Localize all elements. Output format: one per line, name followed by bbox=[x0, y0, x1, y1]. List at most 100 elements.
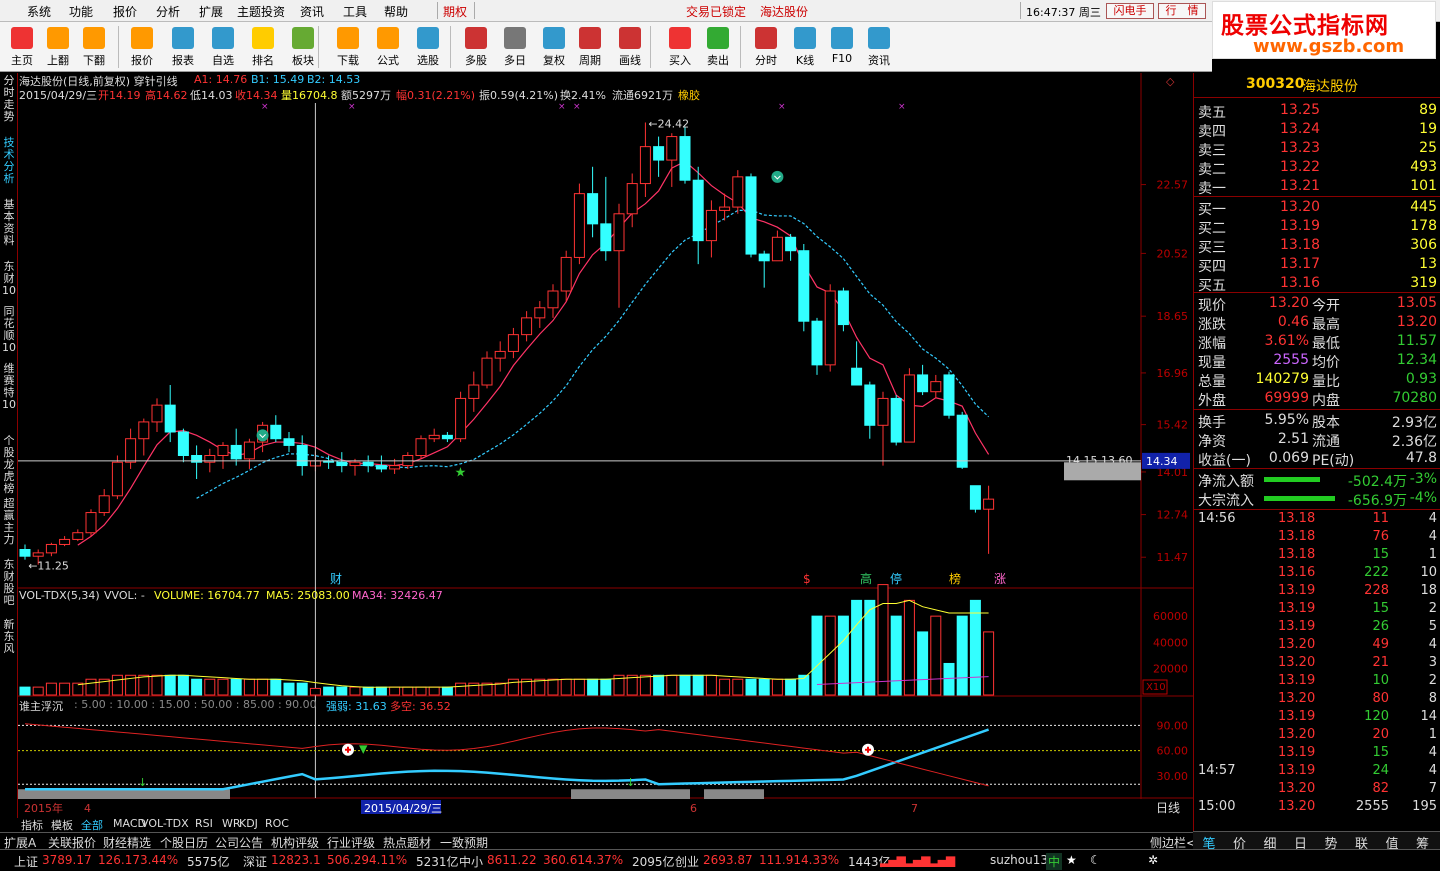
ime-indicator[interactable]: 中 bbox=[1046, 853, 1063, 870]
toolbar-button-rank[interactable]: 排名 bbox=[245, 25, 281, 69]
index-name[interactable]: 深证 bbox=[231, 853, 267, 870]
toolbar-button-f10[interactable]: F10 bbox=[824, 25, 860, 69]
volume-bar bbox=[389, 686, 401, 696]
ask-label: 卖四 bbox=[1198, 124, 1226, 140]
menu-period-tag[interactable]: 期权 bbox=[443, 3, 467, 20]
index-name[interactable]: 上证 bbox=[2, 853, 38, 870]
left-nav-item[interactable]: 超赢主力 bbox=[1, 498, 17, 546]
toolbar-button-stock-picker[interactable]: 选股 bbox=[410, 25, 446, 69]
kline-b2: B2: 14.53 bbox=[307, 73, 361, 86]
menu-item[interactable]: 功能 bbox=[69, 3, 93, 20]
quote-button[interactable]: 行 情 bbox=[1158, 3, 1206, 19]
ask-row[interactable]: 卖四 13.24 19 bbox=[1194, 120, 1440, 140]
settings-icon[interactable]: ✲ bbox=[1148, 853, 1158, 867]
menu-item[interactable]: 主题投资 bbox=[237, 3, 285, 20]
flow-value: -656.9万 bbox=[1347, 493, 1407, 509]
toolbar-button-home[interactable]: 主页 bbox=[4, 25, 40, 69]
left-nav-item[interactable]: 同花顺10 bbox=[1, 306, 17, 354]
quote-stat-row: 换手 5.95% 股本 2.93亿 bbox=[1194, 411, 1440, 431]
bid-price: 13.17 bbox=[1280, 256, 1321, 272]
bid-row[interactable]: 买三 13.18 306 bbox=[1194, 236, 1440, 256]
indicator-tab[interactable]: 全部 bbox=[81, 817, 103, 832]
menu-item[interactable]: 资讯 bbox=[300, 3, 324, 20]
menu-item[interactable]: 报价 bbox=[113, 3, 137, 20]
ask-row[interactable]: 卖二 13.22 493 bbox=[1194, 158, 1440, 178]
kline-sector-tag[interactable]: 橡胶 bbox=[678, 87, 700, 103]
menu-item[interactable]: 帮助 bbox=[384, 3, 408, 20]
left-nav-item[interactable]: 技术分析 bbox=[1, 137, 17, 185]
event-marker[interactable]: $ bbox=[803, 572, 811, 586]
toolbar-button-buy[interactable]: 买入 bbox=[662, 25, 698, 69]
volume-bar bbox=[270, 678, 282, 696]
indicator-tab[interactable]: 指标 bbox=[21, 817, 43, 832]
left-nav-item[interactable]: 基本资料 bbox=[1, 199, 17, 247]
volume-bar bbox=[111, 674, 123, 696]
indicator-tab[interactable]: KDJ bbox=[239, 817, 258, 832]
stat-value: 70280 bbox=[1392, 390, 1437, 406]
chart-area[interactable]: 22.57 20.52 18.65 16.96 15.42 14.01 12.74 11.47… bbox=[18, 73, 1193, 818]
stat-value: 69999 bbox=[1264, 390, 1309, 406]
bid-row[interactable]: 买五 13.16 319 bbox=[1194, 274, 1440, 294]
ask-row[interactable]: 卖一 13.21 101 bbox=[1194, 177, 1440, 197]
indicator-tab[interactable]: WR bbox=[222, 817, 241, 832]
toolbar-button-restore-rights[interactable]: 复权 bbox=[536, 25, 572, 69]
time-axis-month: 4 bbox=[84, 802, 91, 815]
clock-icon bbox=[504, 27, 526, 49]
indicator-tab[interactable]: VOL-TDX bbox=[141, 817, 189, 832]
menu-item[interactable]: 扩展 bbox=[199, 3, 223, 20]
toolbar-button-news[interactable]: 资讯 bbox=[861, 25, 897, 69]
indicator-tab[interactable]: ROC bbox=[265, 817, 289, 832]
event-marker[interactable]: 停 bbox=[890, 571, 902, 586]
event-marker[interactable]: 财 bbox=[330, 572, 342, 586]
volume-bar bbox=[600, 678, 612, 696]
toolbar-button-multi-stock[interactable]: 多股 bbox=[458, 25, 494, 69]
divider bbox=[1194, 292, 1440, 293]
toolbar-button-f8[interactable]: 周期 bbox=[572, 25, 608, 69]
toolbar-button-f6[interactable]: 自选 bbox=[205, 25, 241, 69]
event-marker[interactable]: 涨 bbox=[994, 571, 1006, 586]
toolbar-button-yuan[interactable]: 报价 bbox=[124, 25, 160, 69]
tick-row: 13.19 10 2 bbox=[1194, 673, 1440, 691]
toolbar-separator bbox=[318, 26, 319, 68]
price-axis-label: 11.47 bbox=[1157, 551, 1189, 564]
bid-row[interactable]: 买二 13.19 178 bbox=[1194, 217, 1440, 237]
bid-label: 买四 bbox=[1198, 259, 1226, 275]
toolbar-button-sector[interactable]: 板块 bbox=[285, 25, 321, 69]
left-nav-item[interactable]: 东财10 bbox=[1, 261, 17, 297]
toolbar-button-down-arrow[interactable]: 下翻 bbox=[76, 25, 112, 69]
menu-item[interactable]: 分析 bbox=[156, 3, 180, 20]
toolbar-button-up-arrow[interactable]: 上翻 bbox=[40, 25, 76, 69]
left-nav-item[interactable]: 个股龙虎榜 bbox=[1, 435, 17, 495]
left-nav-item[interactable]: 维赛特10 bbox=[1, 363, 17, 411]
toolbar-button-formula[interactable]: 公式 bbox=[370, 25, 406, 69]
bid-row[interactable]: 买四 13.17 13 bbox=[1194, 255, 1440, 275]
menu-item[interactable]: 系统 bbox=[27, 3, 51, 20]
home-icon bbox=[11, 27, 33, 49]
left-nav-item[interactable]: 新东风 bbox=[1, 619, 17, 655]
moon-icon[interactable]: ☾ bbox=[1090, 853, 1101, 867]
left-nav-item[interactable]: 东财股吧 bbox=[1, 559, 17, 607]
left-nav-item[interactable]: 分时走势 bbox=[1, 75, 17, 123]
index-name[interactable]: 创业 bbox=[663, 853, 699, 870]
toolbar-button-intraday[interactable]: 分时 bbox=[748, 25, 784, 69]
toolbar-button-clock[interactable]: 多日 bbox=[497, 25, 533, 69]
ask-row[interactable]: 卖五 13.25 89 bbox=[1194, 101, 1440, 121]
event-marker[interactable]: 榜 bbox=[949, 571, 961, 586]
event-marker[interactable]: 高 bbox=[860, 571, 872, 586]
ask-row[interactable]: 卖三 13.23 25 bbox=[1194, 139, 1440, 159]
indicator-tab[interactable]: RSI bbox=[195, 817, 213, 832]
toolbar-button-report[interactable]: 报表 bbox=[165, 25, 201, 69]
toolbar-button-draw-line[interactable]: 画线 bbox=[612, 25, 648, 69]
toolbar-button-sell[interactable]: 卖出 bbox=[700, 25, 736, 69]
index-name[interactable]: 中小 bbox=[447, 853, 483, 870]
star-icon[interactable]: ★ bbox=[1066, 853, 1077, 867]
menu-item[interactable]: 工具 bbox=[343, 3, 367, 20]
flash-trade-button[interactable]: 闪电手 bbox=[1106, 3, 1154, 19]
toolbar-button-kline[interactable]: K线 bbox=[787, 25, 823, 69]
trade-lock-status[interactable]: 交易已锁定 bbox=[686, 3, 746, 20]
period-label[interactable]: 日线 bbox=[1156, 801, 1180, 815]
indicator-tab[interactable]: 模板 bbox=[51, 817, 73, 832]
stat-value: 0.93 bbox=[1405, 371, 1437, 387]
toolbar-button-download[interactable]: 下载 bbox=[330, 25, 366, 69]
bid-row[interactable]: 买一 13.20 445 bbox=[1194, 198, 1440, 218]
